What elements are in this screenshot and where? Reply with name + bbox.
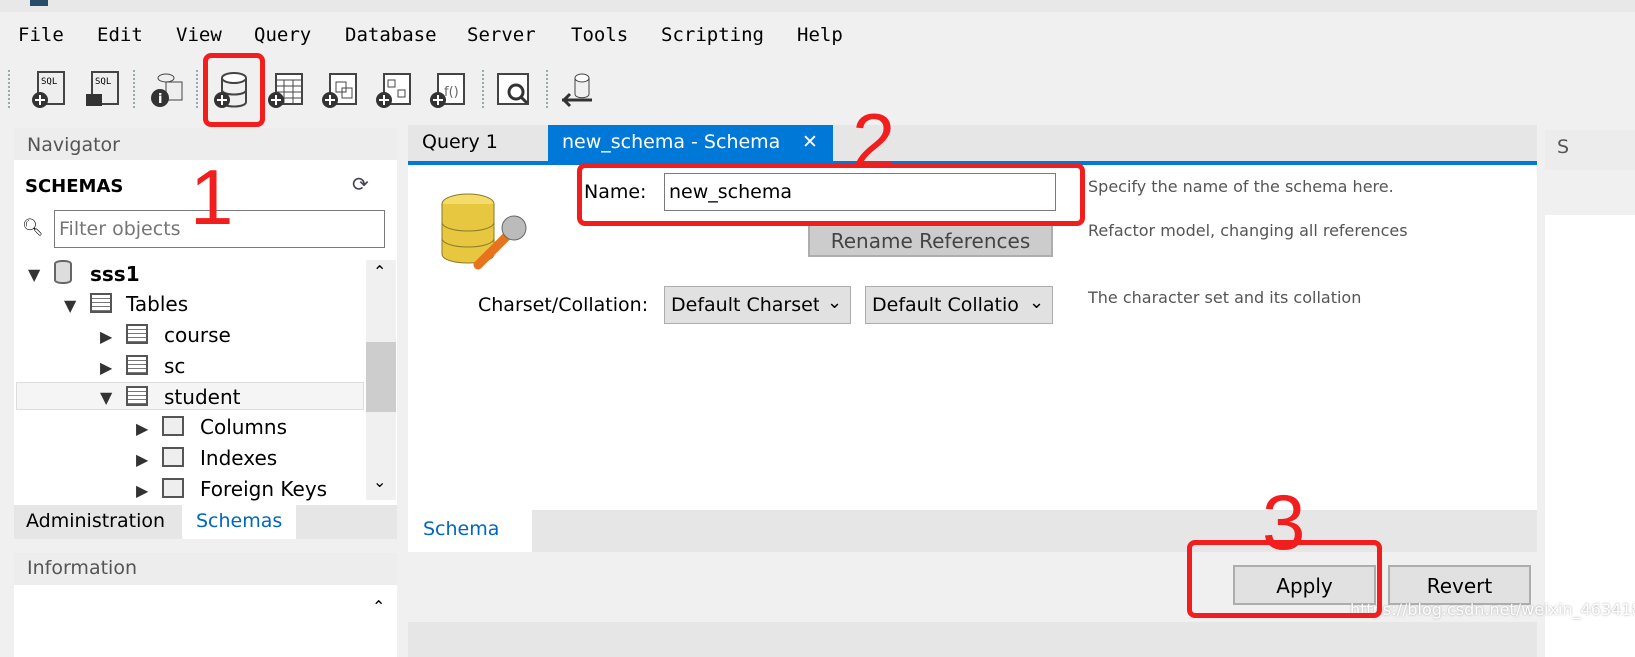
chevron-down-icon: ⌄ xyxy=(827,292,843,313)
tab-query-1[interactable]: Query 1 xyxy=(422,131,498,153)
navigator-tabs: Administration Schemas xyxy=(14,505,397,539)
svg-text:SQL: SQL xyxy=(95,77,111,87)
menu-database[interactable]: Database xyxy=(345,24,437,46)
annotation-number-3: 3 xyxy=(1262,478,1306,566)
table-icon xyxy=(126,386,148,406)
expand-icon[interactable]: ▶ xyxy=(136,481,148,500)
menu-view[interactable]: View xyxy=(176,24,222,46)
tree-foreign-keys[interactable]: Foreign Keys xyxy=(200,477,327,501)
svg-text:SQL: SQL xyxy=(41,77,57,87)
tree-table-course[interactable]: course xyxy=(164,323,231,347)
schema-inspector-icon[interactable]: i xyxy=(146,70,186,110)
right-panel: S xyxy=(1545,130,1635,657)
chevron-down-icon: ⌄ xyxy=(1029,292,1045,313)
tab-administration[interactable]: Administration xyxy=(26,510,165,532)
create-function-icon[interactable]: f() xyxy=(428,70,468,110)
charset-hint: The character set and its collation xyxy=(1088,288,1362,307)
collation-select[interactable]: Default Collation ⌄ xyxy=(865,286,1053,324)
indexes-icon xyxy=(162,447,184,467)
separator xyxy=(8,70,10,108)
create-view-icon[interactable] xyxy=(320,70,360,110)
editor-tabbar: Query 1 new_schema - Schema ✕ xyxy=(408,125,1537,165)
menu-tools[interactable]: Tools xyxy=(571,24,628,46)
expand-icon[interactable]: ▶ xyxy=(136,419,148,438)
table-icon xyxy=(126,355,148,375)
table-icon xyxy=(126,324,148,344)
right-panel-title: S xyxy=(1557,136,1570,158)
menu-scripting[interactable]: Scripting xyxy=(661,24,764,46)
menu-query[interactable]: Query xyxy=(254,24,311,46)
search-table-data-icon[interactable] xyxy=(494,70,534,110)
separator xyxy=(196,70,198,108)
menu-file[interactable]: File xyxy=(18,24,64,46)
navigator-title: Navigator xyxy=(27,134,120,156)
svg-text:i: i xyxy=(158,92,162,107)
collation-value: Default Collation xyxy=(872,294,1020,316)
refresh-icon[interactable]: ⟳ xyxy=(352,172,369,196)
database-icon xyxy=(54,260,72,284)
charset-select[interactable]: Default Charset ⌄ xyxy=(664,286,851,324)
annotation-number-1: 1 xyxy=(190,153,234,241)
search-icon: 🔍︎ xyxy=(22,218,44,238)
tree-table-student[interactable]: student xyxy=(164,385,240,409)
separator xyxy=(482,70,484,108)
tree-tables[interactable]: Tables xyxy=(126,292,188,316)
annotation-number-2: 2 xyxy=(852,97,896,185)
separator xyxy=(133,70,135,108)
tab-new-schema[interactable]: new_schema - Schema ✕ xyxy=(548,125,833,161)
collapse-icon[interactable]: ▼ xyxy=(64,296,76,315)
tab-schema[interactable]: Schema xyxy=(408,510,532,552)
create-procedure-icon[interactable] xyxy=(374,70,414,110)
revert-button[interactable]: Revert xyxy=(1388,565,1531,605)
title-bar xyxy=(0,0,1635,12)
collapse-icon[interactable]: ▼ xyxy=(28,265,40,284)
schema-wrench-icon xyxy=(441,193,527,270)
menu-server[interactable]: Server xyxy=(467,24,536,46)
information-panel: Information ⌃ xyxy=(14,553,397,657)
name-hint: Specify the name of the schema here. xyxy=(1088,177,1394,196)
open-sql-file-icon[interactable]: SQL xyxy=(82,70,122,110)
editor-status-strip xyxy=(408,622,1537,657)
tab-label: new_schema - Schema xyxy=(562,131,781,153)
rename-hint: Refactor model, changing all references xyxy=(1088,221,1408,240)
tree-columns[interactable]: Columns xyxy=(200,415,287,439)
foreign-keys-icon xyxy=(162,478,184,498)
watermark: https://blog.csdn.net/weixin_46341841 xyxy=(1350,600,1635,619)
collapse-icon[interactable]: ▼ xyxy=(100,388,112,407)
tree-indexes[interactable]: Indexes xyxy=(200,446,277,470)
annotation-box-name xyxy=(577,163,1085,226)
expand-icon[interactable]: ▶ xyxy=(100,358,112,377)
rename-references-button[interactable]: Rename References xyxy=(808,223,1053,257)
separator xyxy=(546,70,548,108)
schemas-label: SCHEMAS xyxy=(25,176,124,197)
create-table-icon[interactable] xyxy=(266,70,306,110)
charset-label: Charset/Collation: xyxy=(478,294,649,316)
tab-schemas[interactable]: Schemas xyxy=(182,505,297,539)
annotation-box-toolbar xyxy=(203,53,265,127)
tree-scrollbar[interactable]: ⌃ ⌄ xyxy=(366,260,396,500)
expand-icon[interactable]: ▶ xyxy=(136,450,148,469)
charset-value: Default Charset xyxy=(671,294,819,316)
columns-icon xyxy=(162,416,184,436)
tree-schema-sss1[interactable]: sss1 xyxy=(90,262,140,286)
menu-help[interactable]: Help xyxy=(797,24,843,46)
tree-table-sc[interactable]: sc xyxy=(164,354,185,378)
reconnect-icon[interactable] xyxy=(558,70,598,110)
new-sql-tab-icon[interactable]: SQL xyxy=(30,70,70,110)
close-icon[interactable]: ✕ xyxy=(802,131,818,153)
svg-text:f(): f() xyxy=(444,85,459,100)
scroll-up-icon[interactable]: ⌃ xyxy=(372,597,385,616)
expand-icon[interactable]: ▶ xyxy=(100,327,112,346)
app-icon xyxy=(30,0,48,6)
menu-edit[interactable]: Edit xyxy=(97,24,143,46)
tables-icon xyxy=(90,293,112,313)
information-title: Information xyxy=(27,557,137,579)
